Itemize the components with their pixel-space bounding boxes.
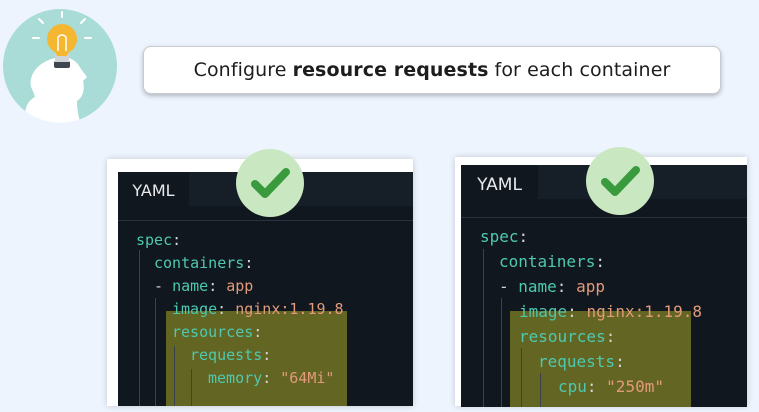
code-line: - name: app: [499, 277, 605, 296]
title-banner: Configure resource requests for each con…: [143, 46, 721, 94]
code-line: image: nginx:1.19.8: [519, 302, 703, 321]
code-line: memory: "64Mi": [208, 369, 335, 387]
lightbulb-head-icon: [3, 9, 117, 123]
indent-guide: [540, 373, 541, 407]
tab-yaml[interactable]: YAML: [461, 165, 538, 205]
divider: [461, 217, 747, 218]
code-line: image: nginx:1.19.8: [172, 300, 344, 318]
code-line: resources:: [172, 323, 263, 341]
checkmark-icon: [586, 147, 654, 215]
tab-yaml[interactable]: YAML: [118, 172, 189, 208]
code-line: resources:: [519, 327, 616, 346]
banner-emphasis: resource requests: [292, 59, 489, 81]
code-line: requests:: [190, 346, 272, 364]
banner-suffix: for each container: [494, 59, 671, 81]
code-line: requests:: [538, 352, 625, 371]
code-line: cpu: "250m": [558, 377, 664, 396]
yaml-code: spec: containers: - name: app image: ngi…: [480, 227, 702, 398]
yaml-code: spec: containers: - name: app image: ngi…: [136, 231, 344, 393]
divider: [118, 220, 413, 221]
code-line: containers:: [499, 252, 605, 271]
indent-guide: [191, 369, 192, 406]
code-line: spec:: [136, 231, 182, 249]
checkmark-icon: [236, 149, 304, 217]
code-line: spec:: [480, 227, 529, 246]
banner-prefix: Configure: [193, 59, 287, 81]
code-line: - name: app: [154, 277, 254, 295]
code-line: containers:: [154, 254, 254, 272]
